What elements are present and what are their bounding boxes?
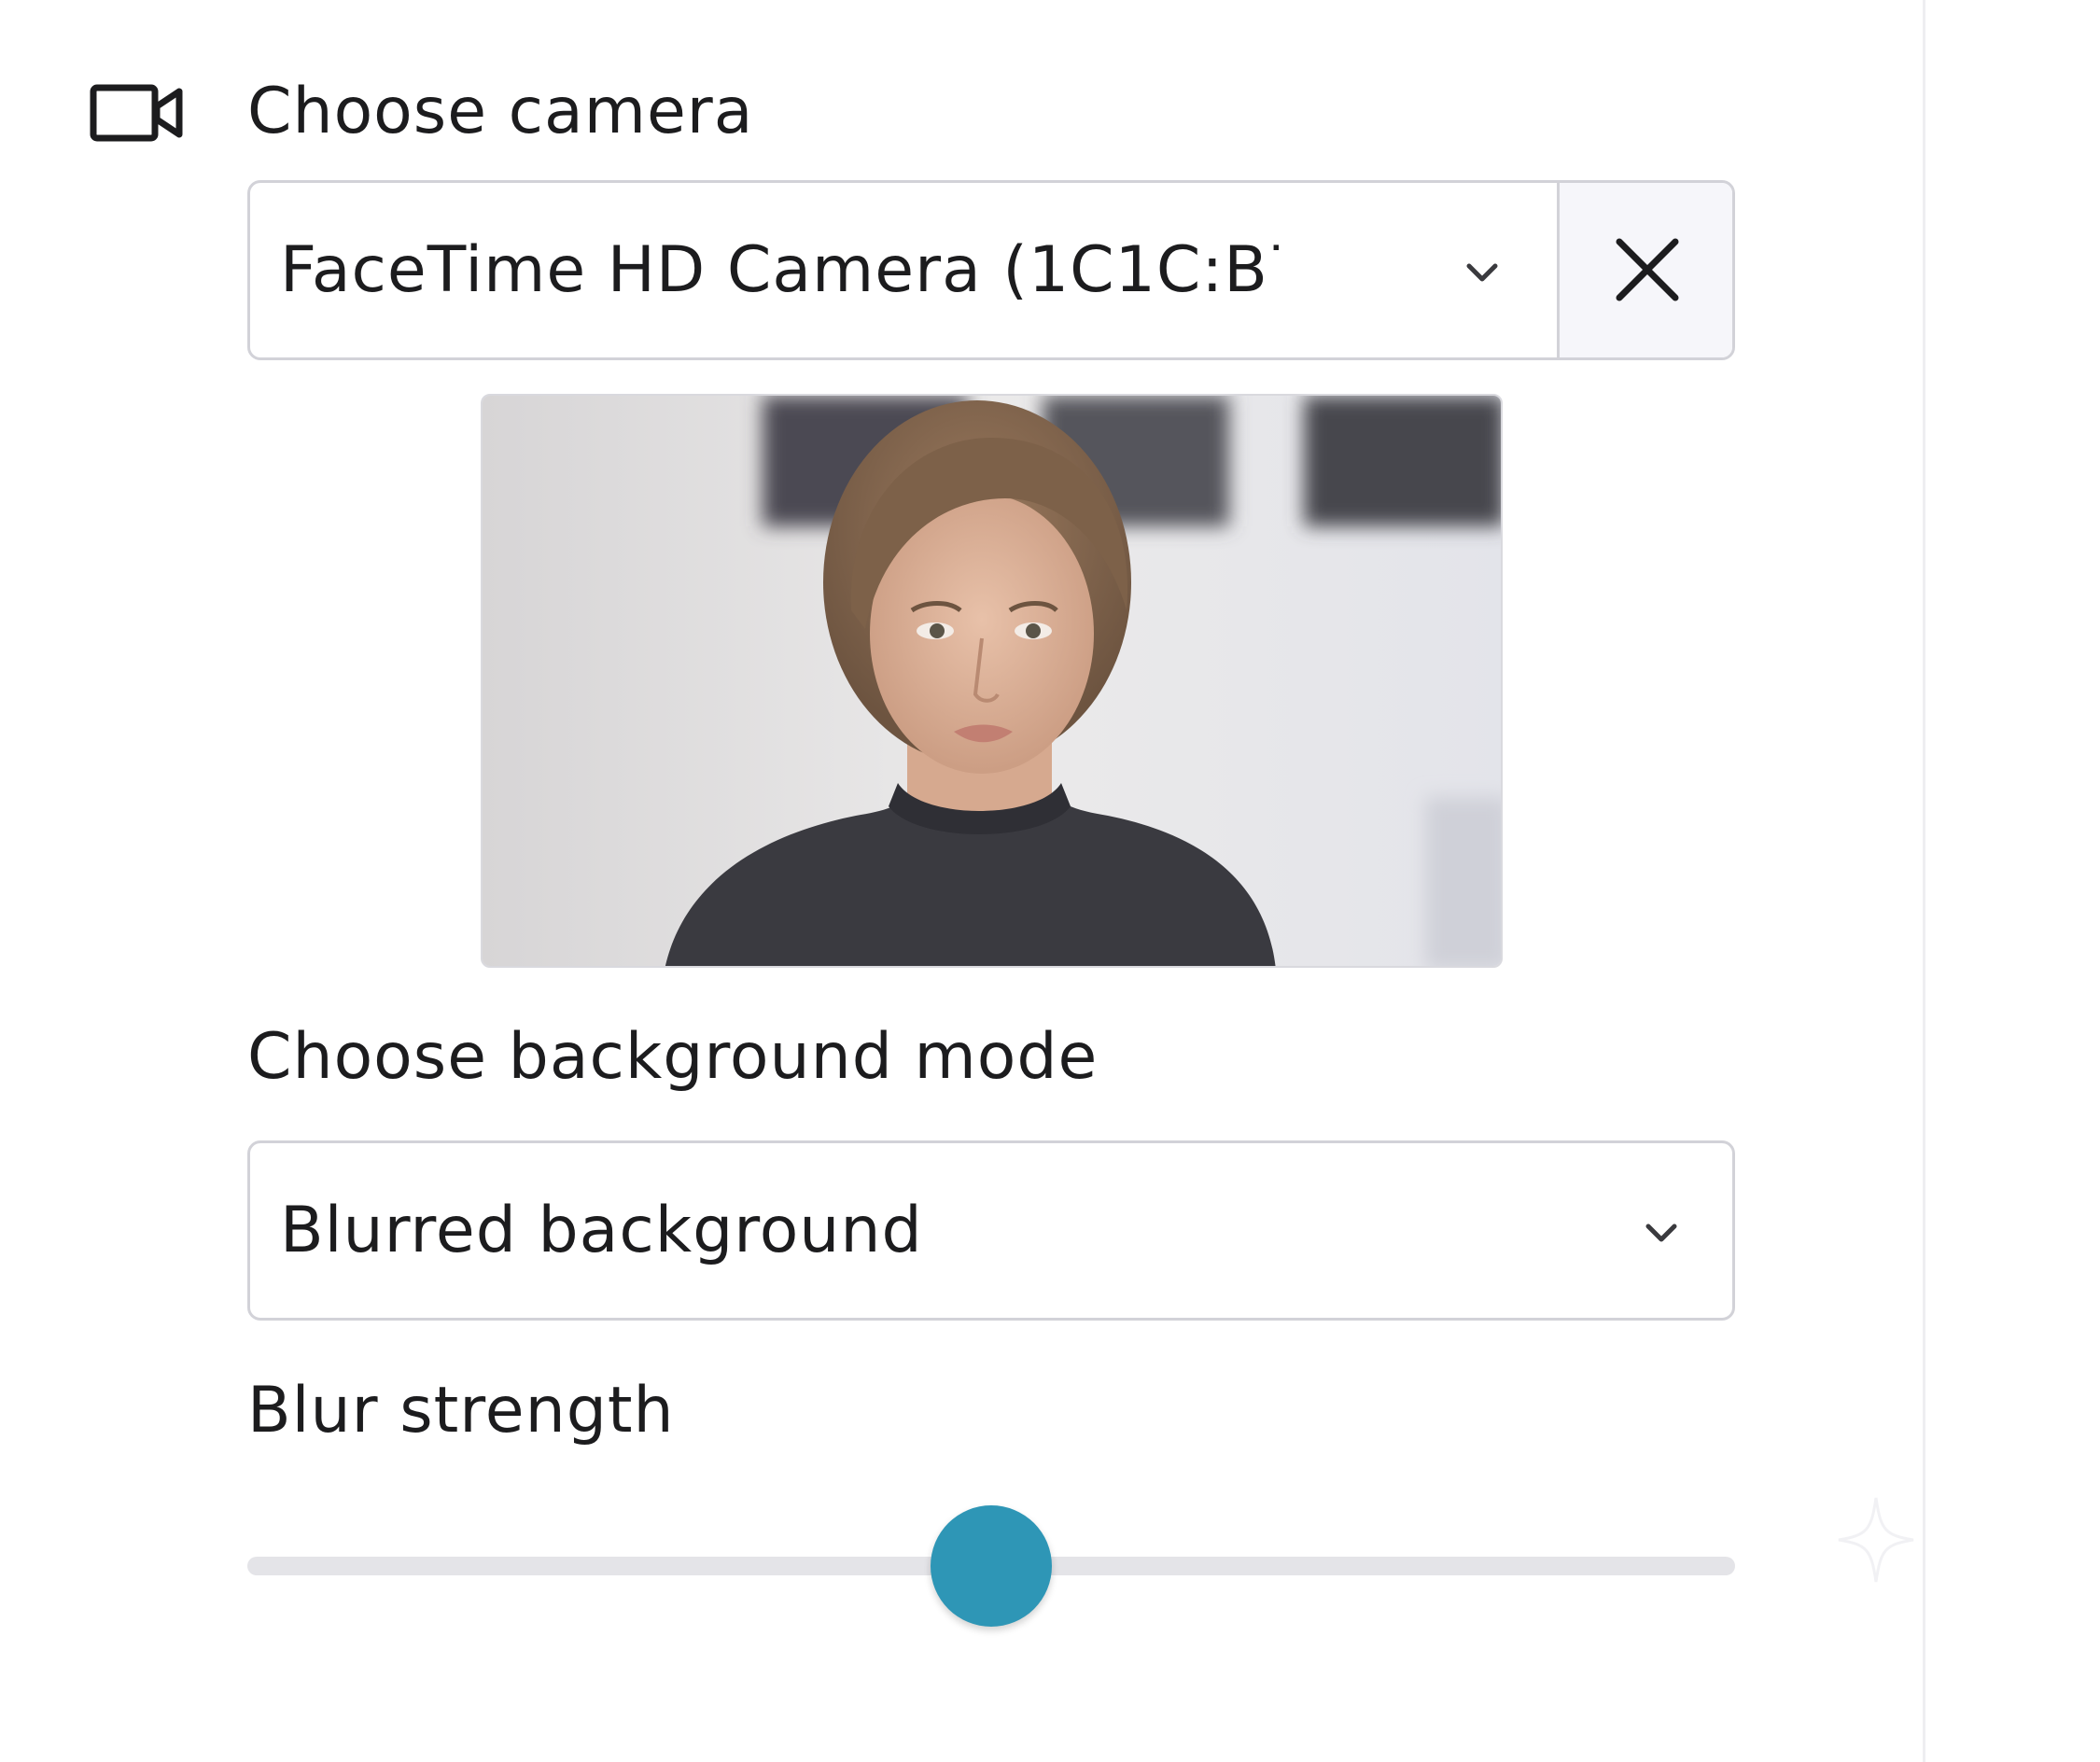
panel-divider [1923, 0, 1925, 1762]
slider-thumb[interactable] [931, 1505, 1052, 1627]
camera-select-group: FaceTime HD Camera (1C1C:B782) [247, 180, 1735, 360]
video-camera-icon [90, 84, 183, 142]
blur-strength-label: Blur strength [247, 1374, 675, 1447]
close-icon [1616, 238, 1679, 301]
background-mode-label: Choose background mode [247, 1020, 1099, 1094]
camera-preview [481, 394, 1503, 968]
settings-panel: Choose camera FaceTime HD Camera (1C1C:B… [0, 0, 2100, 1762]
clear-camera-button[interactable] [1557, 183, 1732, 357]
sparkle-icon [1838, 1497, 1914, 1583]
blur-strength-slider[interactable] [247, 1501, 1735, 1631]
camera-preview-image [483, 396, 1501, 966]
background-mode-value: Blurred background [280, 1194, 923, 1267]
chevron-down-icon [1645, 1224, 1677, 1242]
chevron-down-icon [1466, 263, 1498, 282]
background-mode-select[interactable]: Blurred background [247, 1140, 1735, 1321]
camera-select-value: FaceTime HD Camera (1C1C:B782) [280, 233, 1279, 307]
camera-select[interactable]: FaceTime HD Camera (1C1C:B782) [250, 183, 1557, 357]
choose-camera-label: Choose camera [247, 75, 754, 148]
